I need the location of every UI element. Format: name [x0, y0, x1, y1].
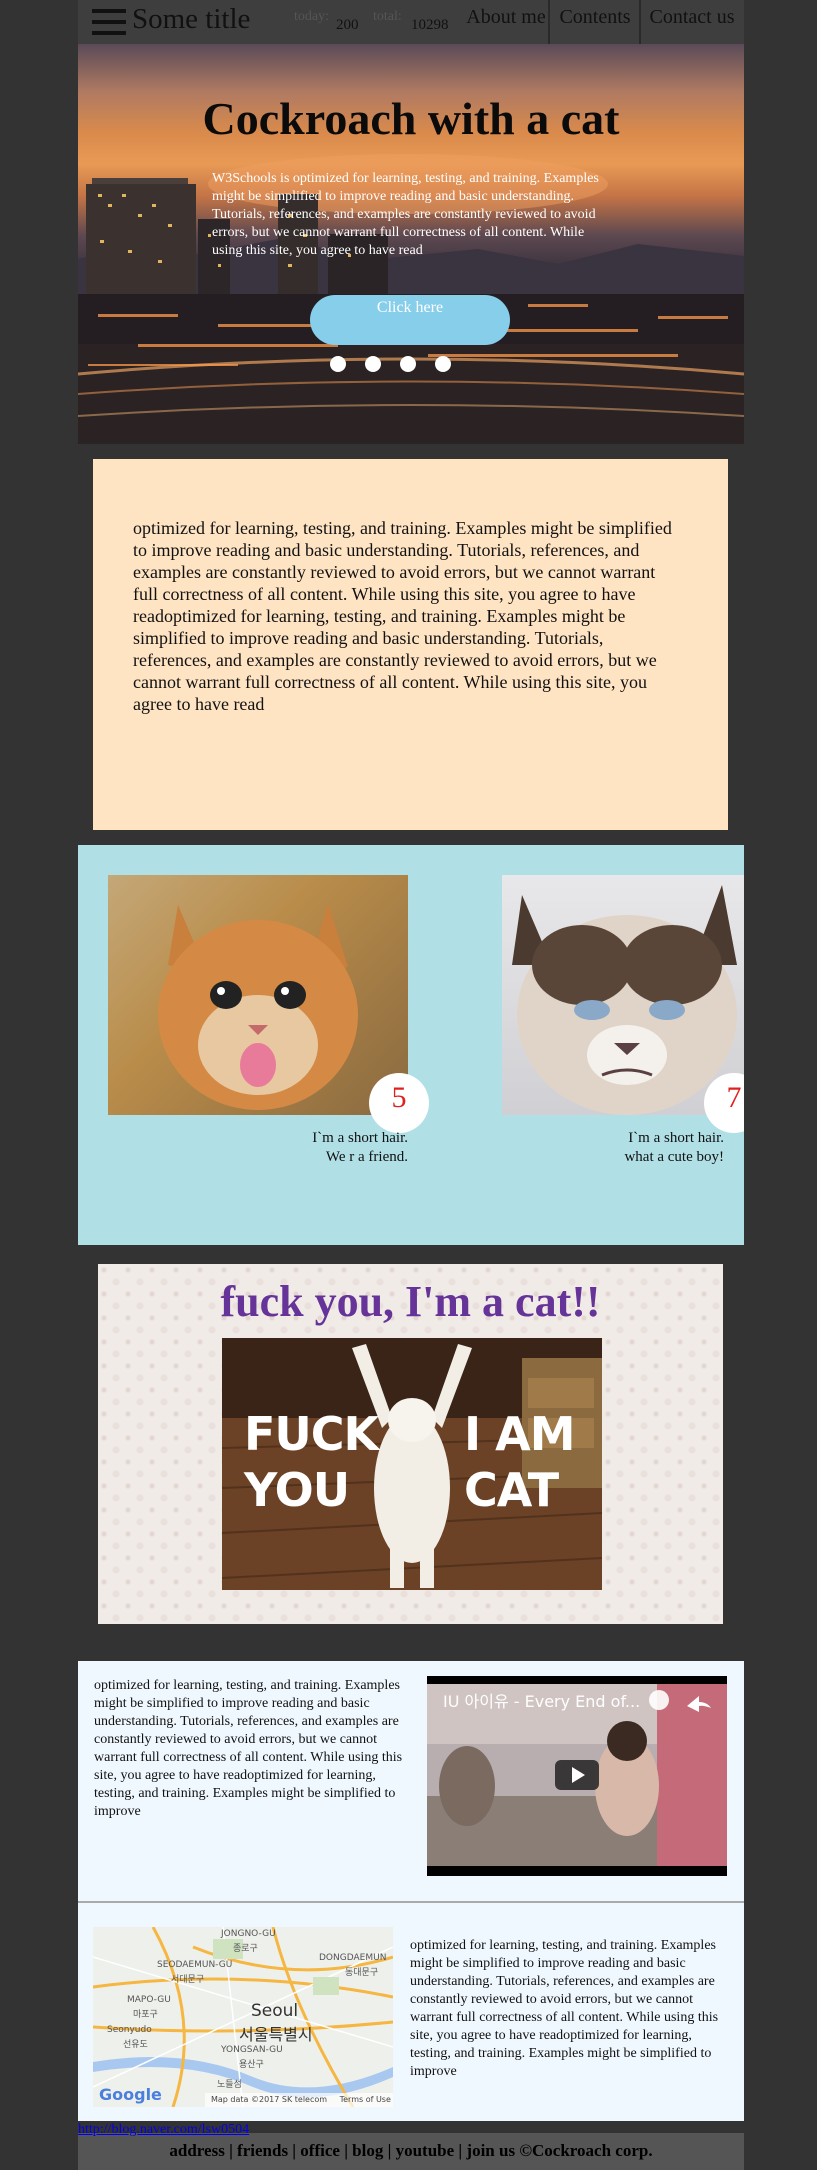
map-label: 마포구	[133, 2010, 158, 2020]
footer: address | friends | office | blog | yout…	[78, 2133, 744, 2170]
top-navbar: Some title today: 200 total: 10298 About…	[78, 0, 744, 44]
grumpy-cat-photo	[502, 875, 744, 1115]
map-data-credit: Map data ©2017 SK telecom	[211, 2095, 328, 2104]
footer-links[interactable]: address | friends | office | blog | yout…	[78, 2141, 744, 2161]
hero-description: W3Schools is optimized for learning, tes…	[212, 171, 599, 258]
meme-line: YOU	[244, 1463, 350, 1517]
map-label: YONGSAN-GU	[221, 2045, 283, 2055]
map-city-label: Seoul	[251, 2001, 299, 2021]
caption-line: I`m a short hair.	[628, 1130, 724, 1146]
nav-divider	[639, 0, 641, 44]
total-label: total:	[373, 9, 402, 24]
cat-heading: fuck you, I'm a cat!!	[220, 1277, 601, 1326]
map-label: 노들섬	[217, 2080, 242, 2090]
slide-dot-2[interactable]	[365, 356, 381, 372]
nav-contact-us[interactable]: Contact us	[642, 0, 742, 44]
google-logo: Google	[99, 2085, 162, 2104]
nav-divider	[548, 0, 550, 44]
map-label: MAPO-GU	[127, 1995, 171, 2005]
info-paragraph-bottom: optimized for learning, testing, and tra…	[410, 1938, 719, 2079]
today-label: today:	[294, 9, 329, 24]
map-label: SEODAEMUN-GU	[157, 1960, 233, 1970]
meme-line: I AM	[464, 1407, 576, 1461]
meme-line: CAT	[464, 1463, 559, 1517]
nav-about-me[interactable]: About me	[460, 0, 552, 44]
kitten-photo	[108, 875, 408, 1115]
hero-title: Cockroach with a cat	[202, 93, 620, 144]
today-count: 200	[336, 17, 359, 33]
map-label: 동대문구	[345, 1968, 379, 1978]
cat-gallery: 5 I`m a short hair. We r a friend. 7 I`m…	[78, 845, 744, 1245]
map-label: 용산구	[239, 2060, 264, 2070]
meme-text-left: FUCK YOU	[244, 1406, 379, 1518]
meme-text-right: I AM CAT	[464, 1406, 576, 1518]
hero-click-button[interactable]: Click here	[310, 295, 510, 345]
slide-dot-3[interactable]	[400, 356, 416, 372]
map-label: 종로구	[233, 1944, 258, 1954]
map-label: DONGDAEMUN	[319, 1953, 387, 1963]
like-count-badge: 5	[369, 1073, 429, 1133]
caption-line: We r a friend.	[325, 1149, 408, 1165]
info-paragraph-top: optimized for learning, testing, and tra…	[94, 1678, 403, 1819]
caption: I`m a short hair. what a cute boy!	[594, 1129, 724, 1167]
map-label: JONGNO-GU	[221, 1929, 276, 1939]
panel-paragraph: optimized for learning, testing, and tra…	[133, 518, 672, 714]
info-section: optimized for learning, testing, and tra…	[78, 1661, 744, 2121]
caption-line: I`m a short hair.	[312, 1130, 408, 1146]
slide-dot-1[interactable]	[330, 356, 346, 372]
meme-line: FUCK	[244, 1407, 379, 1461]
google-map[interactable]: JONGNO-GU 종로구 SEODAEMUN-GU 서대문구 DONGDAEM…	[93, 1927, 393, 2107]
map-attribution: Map data ©2017 SK telecom Terms of Use	[205, 2093, 393, 2107]
blog-link[interactable]: http://blog.naver.com/lsw0504	[78, 2122, 249, 2138]
map-city-label-ko: 서울특별시	[239, 2025, 313, 2044]
map-terms-link[interactable]: Terms of Use	[340, 2095, 391, 2104]
hero-slideshow: Cockroach with a cat W3Schools is optimi…	[78, 44, 744, 444]
hamburger-menu-icon[interactable]	[92, 9, 126, 35]
text-panel: optimized for learning, testing, and tra…	[93, 459, 728, 830]
site-title: Some title	[132, 3, 251, 35]
section-divider	[78, 1901, 744, 1903]
play-icon[interactable]	[555, 1760, 599, 1790]
total-count: 10298	[411, 17, 449, 33]
slide-dot-4[interactable]	[435, 356, 451, 372]
caption-line: what a cute boy!	[624, 1149, 724, 1165]
youtube-video-player[interactable]: IU 아이유 - Every End of...	[427, 1676, 727, 1876]
cat-meme-image: FUCK YOU I AM CAT	[222, 1338, 602, 1590]
video-title: IU 아이유 - Every End of...	[443, 1692, 641, 1711]
map-label: 선유도	[123, 2040, 148, 2050]
cat-banner-section: fuck you, I'm a cat!! FUCK YOU I AM CAT	[98, 1264, 723, 1624]
nav-contents[interactable]: Contents	[551, 0, 639, 44]
caption: I`m a short hair. We r a friend.	[268, 1129, 408, 1167]
map-label: Seonyudo	[107, 2025, 152, 2035]
map-label: 서대문구	[171, 1975, 205, 1985]
